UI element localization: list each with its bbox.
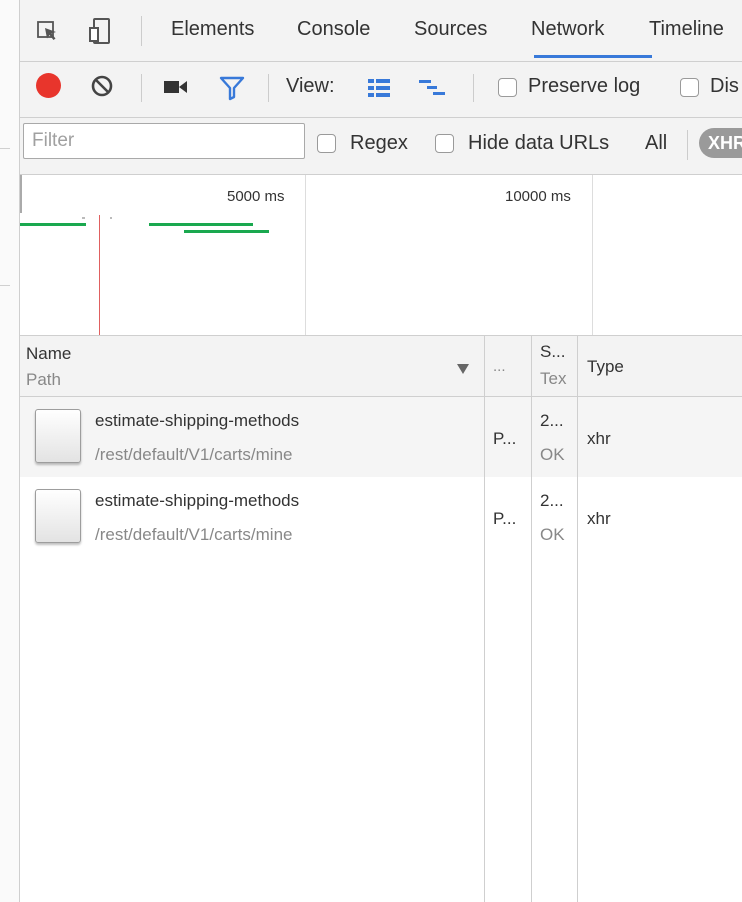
requests-table: Name Path ... S... Tex Type estimate-shi… [20, 336, 742, 902]
request-method: P... [493, 429, 517, 448]
request-status-text: OK [540, 525, 565, 544]
request-method: P... [493, 509, 517, 528]
request-name: estimate-shipping-methods [95, 491, 300, 510]
large-rows-icon[interactable] [366, 77, 392, 104]
request-type: xhr [587, 509, 611, 528]
column-divider[interactable] [577, 336, 578, 902]
request-name: estimate-shipping-methods [95, 411, 300, 430]
tab-timeline[interactable]: Timeline [649, 18, 724, 41]
table-row[interactable]: estimate-shipping-methods /rest/default/… [20, 477, 742, 557]
column-header-method[interactable]: ... [493, 358, 506, 375]
device-toolbar-icon[interactable] [88, 17, 112, 50]
devtools-tab-bar: Elements Console Sources Network Timelin… [20, 0, 742, 62]
preserve-log-checkbox[interactable] [498, 78, 517, 97]
document-file-icon [35, 409, 81, 463]
network-overview: 5000 ms 10000 ms [20, 175, 742, 336]
toolbar-separator [473, 74, 474, 102]
toolbar-separator [268, 74, 269, 102]
regex-checkbox[interactable] [317, 134, 336, 153]
tab-sources[interactable]: Sources [414, 18, 487, 41]
filter-funnel-icon[interactable] [219, 75, 245, 106]
column-header-name[interactable]: Name [26, 344, 71, 364]
network-toolbar: View: Preserve log Dis [20, 62, 742, 118]
filter-type-all[interactable]: All [645, 132, 667, 155]
column-header-status-text: Tex [540, 369, 567, 388]
overview-waterfall-icon[interactable] [418, 78, 446, 103]
view-label: View: [286, 75, 335, 97]
overview-request-bar [149, 223, 253, 226]
table-row[interactable]: estimate-shipping-methods /rest/default/… [20, 397, 742, 477]
record-icon[interactable] [36, 73, 61, 98]
request-path: /rest/default/V1/carts/mine [95, 525, 293, 544]
hide-data-urls-checkbox[interactable] [435, 134, 454, 153]
overview-tick-5000: 5000 ms [227, 188, 285, 205]
edge-tick [0, 285, 10, 286]
overview-dot [110, 217, 112, 219]
hide-data-urls-label: Hide data URLs [468, 132, 610, 154]
column-header-type[interactable]: Type [587, 357, 624, 377]
overview-gridline [592, 175, 593, 335]
overview-request-bar [20, 223, 86, 226]
regex-label: Regex [350, 132, 408, 154]
overview-tick-10000: 10000 ms [505, 188, 571, 205]
toolbar-separator [141, 74, 142, 102]
overview-left-handle[interactable] [20, 175, 22, 213]
request-status: 2... [540, 411, 564, 430]
table-header: Name Path ... S... Tex Type [20, 336, 742, 397]
overview-request-bar [184, 230, 269, 233]
column-divider[interactable] [484, 336, 485, 902]
request-path: /rest/default/V1/carts/mine [95, 445, 293, 464]
disable-cache-checkbox[interactable] [680, 78, 699, 97]
request-status-text: OK [540, 445, 565, 464]
tab-network[interactable]: Network [531, 18, 604, 41]
overview-gridline [305, 175, 306, 335]
filter-separator [687, 130, 688, 160]
tab-separator [141, 16, 142, 46]
edge-tick [0, 148, 10, 149]
document-file-icon [35, 489, 81, 543]
tab-elements[interactable]: Elements [171, 18, 254, 41]
screenshot-camera-icon[interactable] [163, 77, 189, 102]
request-type: xhr [587, 429, 611, 448]
sort-descending-icon[interactable] [457, 361, 469, 379]
clear-icon[interactable] [90, 74, 114, 103]
disable-cache-label: Dis [710, 75, 739, 97]
request-status: 2... [540, 491, 564, 510]
preserve-log-label: Preserve log [528, 75, 641, 97]
column-header-status[interactable]: S... [540, 342, 566, 362]
active-tab-indicator [534, 55, 652, 58]
inspect-element-icon[interactable] [36, 19, 60, 48]
left-panel-edge [0, 0, 20, 902]
filter-input[interactable] [23, 123, 305, 159]
filter-bar: Regex Hide data URLs All XHR [20, 118, 742, 175]
filter-type-xhr[interactable]: XHR [699, 128, 742, 158]
tab-console[interactable]: Console [297, 18, 370, 41]
column-divider[interactable] [531, 336, 532, 902]
overview-dot [82, 217, 85, 219]
column-header-path: Path [26, 370, 61, 389]
load-event-marker [99, 215, 100, 335]
